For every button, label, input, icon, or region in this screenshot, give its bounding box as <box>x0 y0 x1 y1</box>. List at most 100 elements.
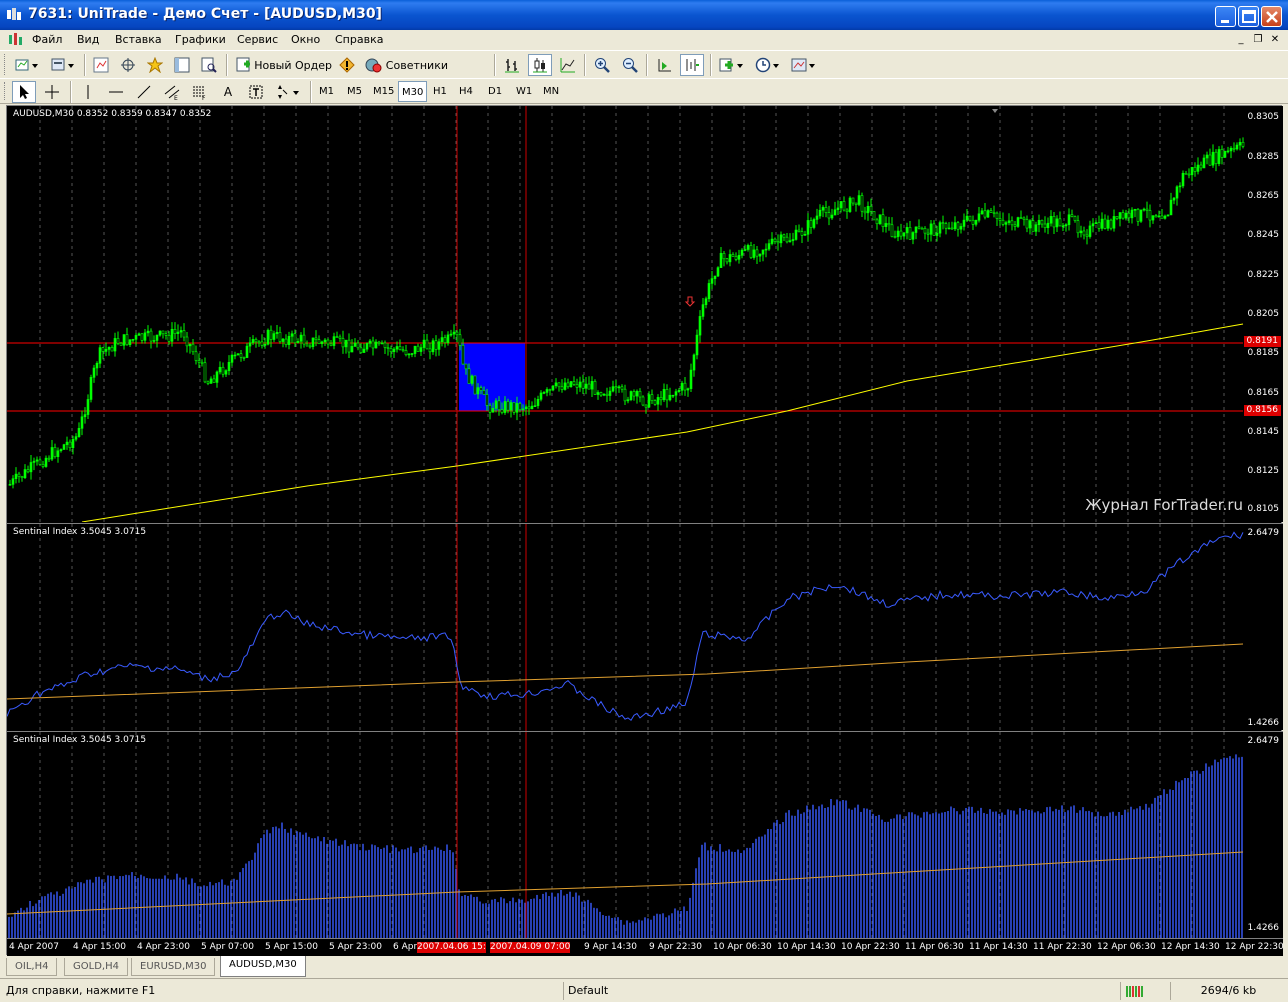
tab-gold-h4[interactable]: GOLD,H4 <box>64 958 128 976</box>
candle-body <box>239 353 243 358</box>
tab-oil-h4[interactable]: OIL,H4 <box>6 958 58 976</box>
menu-view[interactable]: Вид <box>77 33 99 46</box>
candle-body <box>227 362 231 371</box>
candle-body <box>548 389 552 391</box>
candle-body <box>41 464 45 467</box>
candle-body <box>350 346 354 353</box>
menu-tools[interactable]: Сервис <box>237 33 278 46</box>
candle-body <box>56 450 60 458</box>
toolbar-grip[interactable] <box>4 82 7 100</box>
trendline-button[interactable] <box>132 81 156 103</box>
menu-window[interactable]: Окно <box>291 33 320 46</box>
zoom-in-button[interactable] <box>590 54 614 76</box>
indicator-pane-2[interactable]: Sentinal Index 3.5045 3.0715 2.6479 1.42… <box>7 731 1283 939</box>
candle-body <box>506 401 510 411</box>
candle-body <box>443 337 447 343</box>
menu-insert[interactable]: Вставка <box>115 33 162 46</box>
text-label-button[interactable] <box>244 81 268 103</box>
cursor-button[interactable] <box>12 81 36 103</box>
advisors-button[interactable]: Советники <box>364 54 448 76</box>
bar-chart-button[interactable] <box>500 54 524 76</box>
tab-eurusd-m30[interactable]: EURUSD,M30 <box>131 958 216 976</box>
menu-charts[interactable]: Графики <box>175 33 226 46</box>
candle-body <box>659 397 663 401</box>
timeframe-m15[interactable]: M15 <box>370 81 397 102</box>
fibonacci-button[interactable]: F <box>188 81 212 103</box>
price-chart[interactable] <box>7 106 1283 522</box>
autoscroll-button[interactable] <box>652 54 676 76</box>
timeframe-h4[interactable]: H4 <box>456 81 476 102</box>
candle-body <box>1232 147 1236 150</box>
candle-body <box>1103 218 1107 229</box>
candle-body <box>128 339 132 346</box>
mdi-close-icon[interactable]: ✕ <box>1268 33 1282 47</box>
indicator-line-chart[interactable] <box>7 524 1283 731</box>
mdi-restore-icon[interactable]: ❐ <box>1251 33 1265 47</box>
chart-window[interactable]: AUDUSD,M30 0.8352 0.8359 0.8347 0.8352 0… <box>6 105 1284 956</box>
candlestick-button[interactable] <box>528 54 552 76</box>
mdi-minimize-icon[interactable]: _ <box>1234 33 1248 47</box>
crosshair-button[interactable] <box>40 81 64 103</box>
candle-body <box>1001 219 1005 225</box>
time-label: 9 Apr 14:30 <box>584 942 637 952</box>
arrows-button[interactable] <box>272 81 304 103</box>
candle-body <box>329 343 333 346</box>
candle-body <box>680 382 684 391</box>
timeframe-d1[interactable]: D1 <box>485 81 505 102</box>
candle-body <box>734 256 738 260</box>
line-chart-button[interactable] <box>556 54 580 76</box>
indicators-button[interactable] <box>716 54 748 76</box>
navigator-button[interactable] <box>144 54 166 76</box>
candle-body <box>590 381 594 390</box>
close-button[interactable] <box>1261 6 1282 27</box>
timeframe-m30[interactable]: M30 <box>398 81 428 102</box>
market-watch-button[interactable] <box>90 54 112 76</box>
toolbar-grip[interactable] <box>4 54 7 75</box>
profiles-button[interactable] <box>48 54 80 76</box>
candle-body <box>476 387 480 395</box>
zoom-out-button[interactable] <box>618 54 642 76</box>
candle-body <box>836 207 840 211</box>
expert-toggle-button[interactable] <box>336 54 358 76</box>
terminal-button[interactable] <box>171 54 193 76</box>
horizontal-line-button[interactable] <box>104 81 128 103</box>
histogram-bars <box>8 754 1243 939</box>
new-chart-button[interactable] <box>12 54 44 76</box>
periods-button[interactable] <box>752 54 784 76</box>
candle-body <box>938 222 942 234</box>
candle-body <box>176 331 180 334</box>
indicator-pane-1[interactable]: Sentinal Index 3.5045 3.0715 2.6479 1.42… <box>7 523 1283 731</box>
chart-window-icon[interactable] <box>8 33 24 47</box>
title-bar[interactable]: 7631: UniTrade - Демо Счет - [AUDUSD,M30… <box>0 0 1288 30</box>
candle-body <box>248 342 252 347</box>
menu-help[interactable]: Справка <box>335 33 383 46</box>
minimize-button[interactable] <box>1215 6 1236 27</box>
menu-file[interactable]: Файл <box>32 33 62 46</box>
candle-body <box>125 334 129 346</box>
data-window-button[interactable] <box>117 54 139 76</box>
sentinal-index-ma <box>7 643 1244 700</box>
timeframe-m1[interactable]: M1 <box>316 81 337 102</box>
candle-body <box>1100 218 1104 229</box>
chart-shift-button[interactable] <box>680 54 704 76</box>
candle-body <box>854 202 858 205</box>
templates-button[interactable] <box>788 54 820 76</box>
indicator-histogram-chart[interactable] <box>7 732 1283 939</box>
equidistant-channel-button[interactable]: E <box>160 81 184 103</box>
timeframe-m5[interactable]: M5 <box>344 81 365 102</box>
maximize-button[interactable] <box>1238 6 1259 27</box>
candle-body <box>113 338 117 352</box>
candle-body <box>1121 212 1125 219</box>
price-pane[interactable]: AUDUSD,M30 0.8352 0.8359 0.8347 0.8352 0… <box>7 106 1283 522</box>
vertical-line-button[interactable] <box>76 81 100 103</box>
text-tool-button[interactable]: A <box>216 81 240 103</box>
candle-body <box>173 329 177 334</box>
candle-body <box>536 399 540 406</box>
timeframe-mn[interactable]: MN <box>540 81 562 102</box>
strategy-tester-button[interactable] <box>198 54 220 76</box>
timeframe-w1[interactable]: W1 <box>513 81 535 102</box>
new-order-button[interactable]: Новый Ордер <box>236 54 332 76</box>
candle-body <box>557 382 561 388</box>
timeframe-h1[interactable]: H1 <box>430 81 450 102</box>
tab-audusd-m30[interactable]: AUDUSD,M30 <box>220 956 306 977</box>
